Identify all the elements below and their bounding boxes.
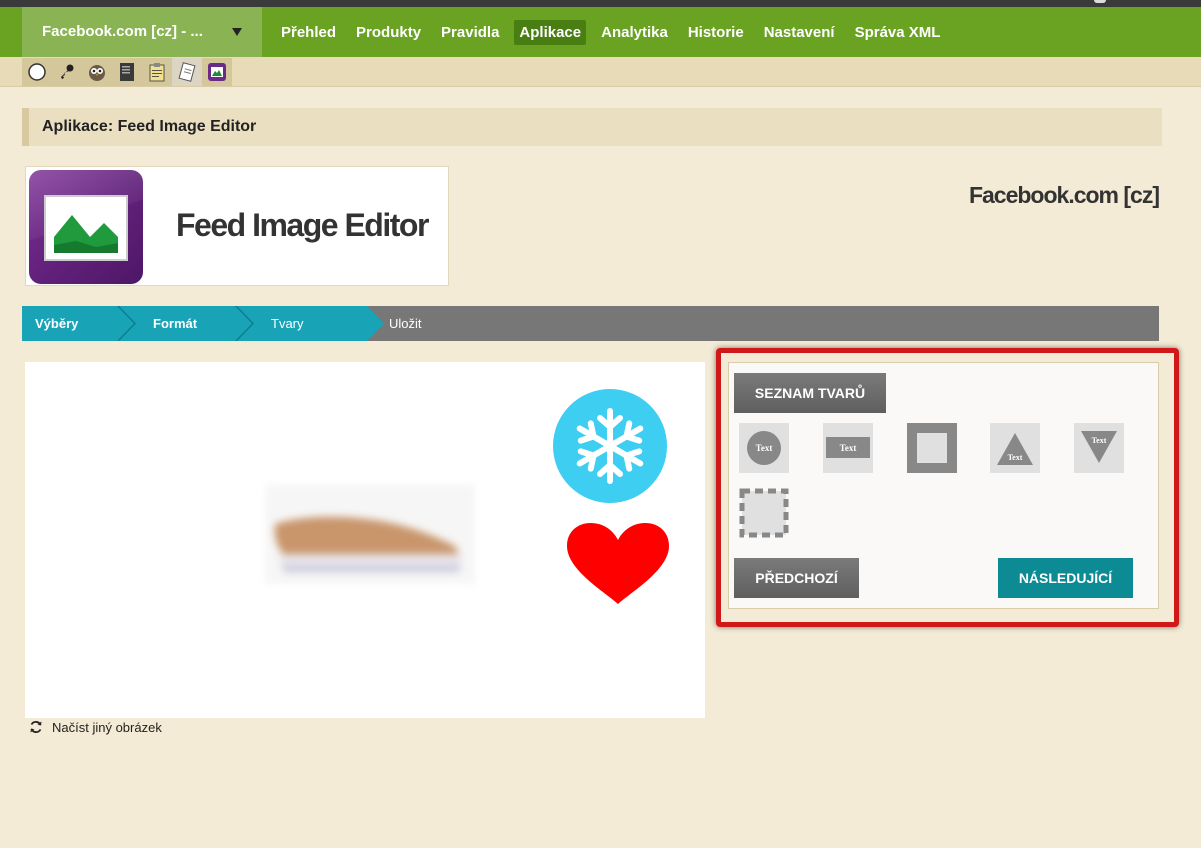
main-navbar: Facebook.com [cz] - ... Přehled Produkty… — [0, 7, 1201, 57]
landscape-icon — [54, 215, 118, 253]
shape-rectangle-text[interactable]: Text — [823, 423, 873, 473]
product-image — [265, 484, 475, 584]
document-icon[interactable] — [172, 58, 202, 86]
refresh-icon — [30, 721, 42, 733]
shape-circle-text[interactable]: Text — [739, 423, 789, 473]
snowflake-shape[interactable] — [553, 389, 667, 503]
step-ulozit[interactable]: Uložit — [389, 306, 422, 341]
project-name: Facebook.com [cz] - ... — [42, 23, 203, 40]
rectangle-text-icon: Text — [826, 437, 870, 458]
shape-inverted-triangle-text[interactable]: Text — [1074, 423, 1124, 473]
nav-item-pravidla[interactable]: Pravidla — [436, 20, 504, 45]
inverted-triangle-text-icon: Text — [1081, 431, 1117, 463]
nav-item-prehled[interactable]: Přehled — [276, 20, 341, 45]
shape-inverted-triangle-label: Text — [1092, 436, 1107, 445]
step-tvary[interactable]: Tvary — [271, 306, 304, 341]
shape-list-button[interactable]: SEZNAM TVARŮ — [734, 373, 886, 413]
site-name: Facebook.com [cz] — [968, 182, 1160, 208]
nav-item-analytika[interactable]: Analytika — [596, 20, 673, 45]
app-logo-picture-frame — [44, 195, 128, 261]
wizard-steps: Výběry Formát Tvary Uložit — [22, 306, 1159, 341]
dashed-square-icon — [739, 488, 789, 538]
window-top-strip — [0, 0, 1201, 7]
shapes-panel: SEZNAM TVARŮ Text Text Text Text PŘEDCHO… — [728, 362, 1159, 609]
app-name: Feed Image Editor — [176, 207, 429, 243]
image-canvas[interactable] — [25, 362, 705, 718]
nav-item-produkty[interactable]: Produkty — [351, 20, 426, 45]
moon-icon[interactable] — [22, 58, 52, 86]
triangle-text-icon: Text — [997, 433, 1033, 465]
app-toolbar — [0, 57, 1201, 87]
shape-square-frame[interactable] — [907, 423, 957, 473]
shape-triangle-label: Text — [1008, 453, 1023, 462]
previous-button[interactable]: PŘEDCHOZÍ — [734, 558, 859, 598]
project-selector[interactable]: Facebook.com [cz] - ... — [22, 7, 262, 57]
shape-triangle-text[interactable]: Text — [990, 423, 1040, 473]
main-menu: Přehled Produkty Pravidla Aplikace Analy… — [276, 7, 955, 57]
owl-icon[interactable] — [82, 58, 112, 86]
square-frame-icon — [907, 423, 957, 473]
shape-circle-label: Text — [756, 443, 773, 453]
app-banner: Feed Image Editor — [25, 166, 449, 286]
nav-item-historie[interactable]: Historie — [683, 20, 749, 45]
reload-image-label: Načíst jiný obrázek — [52, 719, 162, 735]
nav-item-nastaveni[interactable]: Nastavení — [759, 20, 840, 45]
step-vybery[interactable]: Výběry — [35, 306, 78, 341]
heart-shape[interactable] — [565, 522, 671, 606]
reload-image-link[interactable]: Načíst jiný obrázek — [29, 717, 162, 737]
step-format[interactable]: Formát — [153, 306, 197, 341]
key-icon[interactable] — [52, 58, 82, 86]
nav-item-sprava-xml[interactable]: Správa XML — [850, 20, 946, 45]
page-title: Aplikace: Feed Image Editor — [22, 108, 1162, 146]
top-notch — [1094, 0, 1106, 3]
next-button[interactable]: NÁSLEDUJÍCÍ — [998, 558, 1133, 598]
image-editor-icon[interactable] — [202, 58, 232, 86]
book-icon[interactable] — [112, 58, 142, 86]
app-logo-icon — [29, 170, 143, 284]
chevron-down-icon — [232, 28, 242, 36]
shape-rectangle-label: Text — [840, 443, 857, 453]
nav-item-aplikace[interactable]: Aplikace — [514, 19, 587, 45]
clipboard-icon[interactable] — [142, 58, 172, 86]
shape-dashed-square[interactable] — [739, 488, 789, 538]
circle-text-icon: Text — [747, 431, 781, 465]
